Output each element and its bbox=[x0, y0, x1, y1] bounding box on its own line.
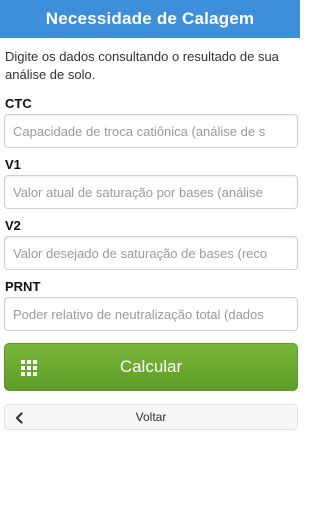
prnt-input[interactable] bbox=[4, 297, 298, 331]
calculate-button-label: Calcular bbox=[119, 357, 183, 376]
app-header: Necessidade de Calagem bbox=[0, 0, 300, 38]
back-button-label: Voltar bbox=[135, 410, 167, 424]
chevron-left-icon bbox=[15, 412, 23, 424]
grid-icon bbox=[21, 360, 37, 376]
calculate-button[interactable]: Calcular bbox=[4, 343, 298, 391]
back-button[interactable]: Voltar bbox=[4, 404, 298, 430]
ctc-input[interactable] bbox=[4, 114, 298, 148]
v2-label: V2 bbox=[5, 218, 21, 233]
ctc-label: CTC bbox=[5, 96, 32, 111]
v1-label: V1 bbox=[5, 157, 21, 172]
v1-input[interactable] bbox=[4, 175, 298, 209]
prnt-label: PRNT bbox=[5, 279, 41, 294]
intro-text: Digite os dados consultando o resultado … bbox=[5, 49, 279, 82]
v2-input[interactable] bbox=[4, 236, 298, 270]
page-title: Necessidade de Calagem bbox=[45, 9, 255, 28]
